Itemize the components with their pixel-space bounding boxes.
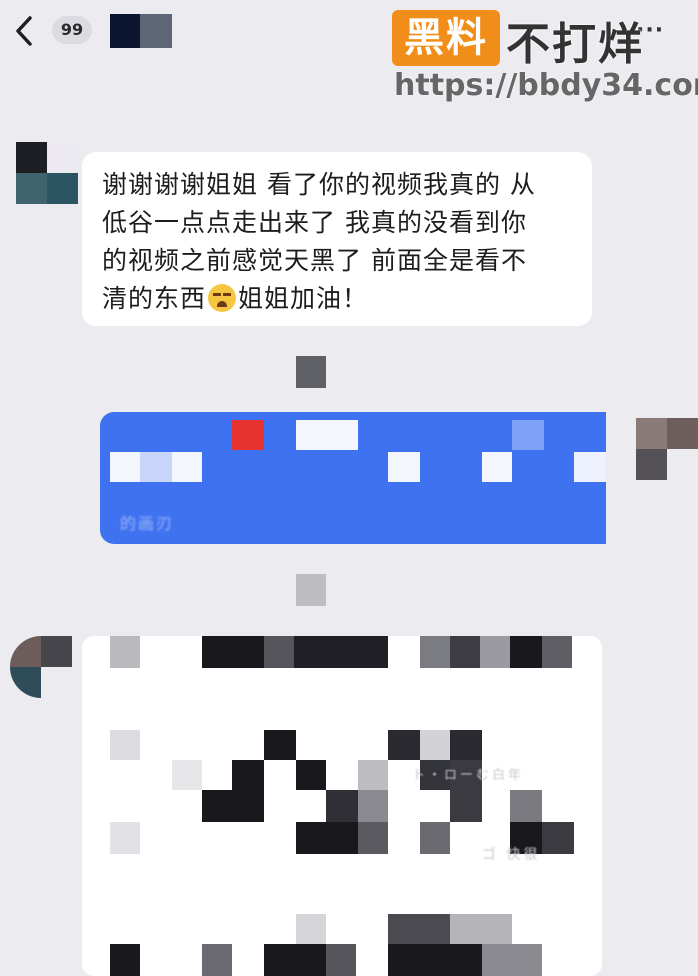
card-mosaic-tile: [482, 944, 542, 976]
card-mosaic-tile: [326, 790, 358, 822]
card-mosaic-tile: [358, 790, 388, 822]
card-mosaic-tile: [450, 636, 480, 668]
card-mosaic-tile: [512, 420, 544, 450]
card-label: 的画刃: [120, 514, 175, 533]
unread-count-badge: 99: [52, 16, 92, 44]
message-segment: 姐姐加油！: [238, 284, 369, 313]
message-segment: 清的东西: [102, 284, 207, 313]
card-mosaic-tile: [140, 452, 172, 482]
card-mosaic-tile: [326, 944, 356, 976]
card-mosaic-tile: [388, 944, 482, 976]
incoming-shared-card[interactable]: ト・ローむ白年 ゴ 快很: [82, 636, 602, 976]
card-mosaic-tile: [202, 790, 264, 822]
card-mosaic-tile: [232, 760, 264, 790]
chat-title-mosaic: [110, 14, 172, 48]
card-mosaic-tile: [296, 420, 358, 450]
card-mosaic-tile: [510, 636, 542, 668]
card-mosaic-tile: [450, 914, 512, 944]
watermark-text: 不打烊: [506, 19, 644, 70]
card-mosaic-tile: [420, 822, 450, 854]
incoming-message-bubble[interactable]: 谢谢谢谢姐姐 看了你的视频我真的 从 低谷一点点走出来了 我真的没看到你 的视频…: [82, 152, 592, 326]
card-mosaic-tile: [358, 760, 388, 790]
card-mosaic-tile: [202, 944, 232, 976]
message-line: 的视频之前感觉天黑了 前面全是看不: [102, 246, 527, 275]
watermark-logo-box: 黑料: [392, 10, 500, 66]
card-mosaic-tile: [358, 822, 388, 854]
message-line: 低谷一点点走出来了 我真的没看到你: [102, 208, 527, 237]
contact-avatar[interactable]: [10, 636, 72, 698]
card-mosaic-tile: [110, 636, 140, 668]
card-mosaic-tile: [420, 636, 450, 668]
timestamp-mosaic: [296, 574, 326, 606]
message-line: 谢谢谢谢姐姐 看了你的视频我真的 从: [102, 170, 536, 199]
card-mosaic-tile: [110, 822, 140, 854]
card-mosaic-tile: [110, 944, 140, 976]
card-faint-text: ト・ローむ白年: [412, 768, 525, 783]
card-mosaic-tile: [264, 730, 296, 760]
card-mosaic-tile: [296, 914, 326, 944]
timestamp-mosaic: [296, 356, 326, 388]
message-text: 谢谢谢谢姐姐 看了你的视频我真的 从 低谷一点点走出来了 我真的没看到你 的视频…: [102, 166, 574, 318]
card-mosaic-tile: [542, 822, 574, 854]
card-mosaic-tile: [296, 822, 358, 854]
contact-avatar[interactable]: [16, 142, 78, 204]
card-mosaic-tile: [388, 730, 420, 760]
card-mosaic-tile: [110, 452, 140, 482]
message-line: 清的东西 姐姐加油！: [102, 280, 574, 318]
card-mosaic-tile: [172, 760, 202, 790]
card-mosaic-tile: [574, 452, 606, 482]
card-faint-text: ゴ 快很: [482, 847, 541, 863]
back-arrow-icon[interactable]: [10, 14, 40, 48]
card-mosaic-tile: [482, 452, 512, 482]
card-mosaic-tile: [420, 730, 450, 760]
card-mosaic-tile: [450, 730, 482, 760]
outgoing-shared-card[interactable]: 的画刃: [100, 412, 606, 544]
watermark-url: https://bbdy34.com: [394, 68, 698, 103]
card-mosaic-tile: [264, 944, 326, 976]
card-mosaic-tile: [264, 636, 294, 668]
card-mosaic-tile: [110, 730, 140, 760]
card-mosaic-tile: [510, 790, 542, 822]
card-mosaic-tile: [542, 636, 572, 668]
card-mosaic-tile: [388, 914, 450, 944]
crying-face-icon: [208, 284, 237, 312]
card-mosaic-tile: [480, 636, 510, 668]
my-avatar[interactable]: [636, 418, 698, 480]
card-mosaic-tile: [388, 452, 420, 482]
card-mosaic-tile: [232, 420, 264, 450]
card-mosaic-tile: [296, 760, 326, 790]
card-mosaic-tile: [450, 790, 482, 822]
card-mosaic-tile: [172, 452, 202, 482]
card-mosaic-tile: [294, 636, 388, 668]
card-mosaic-tile: [202, 636, 264, 668]
